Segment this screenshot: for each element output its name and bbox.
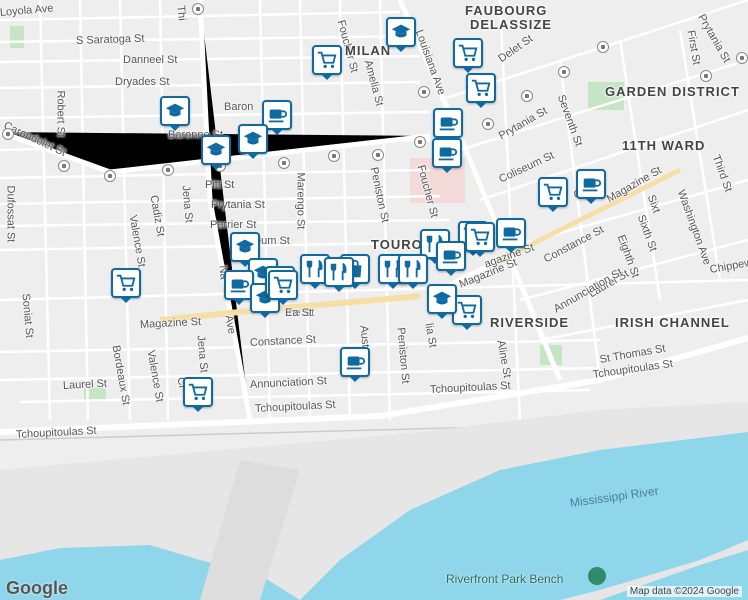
cup-icon [502,227,522,241]
neighborhood-label: IRISH CHANNEL [615,315,730,330]
street-label: eum St [255,235,290,247]
street-label: Thi [174,4,188,22]
neighborhood-label: RIVERSIDE [490,315,570,330]
neighborhood-label: GARDEN DISTRICT [605,84,740,99]
cart-icon [471,79,491,97]
transit-stop-icon[interactable] [162,164,174,176]
cart-icon [116,274,136,292]
school-icon [243,131,263,145]
street-label: Prytania St [211,199,265,211]
school-icon [391,24,411,38]
neighborhood-label: TOURO [371,237,423,252]
cafe-marker[interactable] [496,218,526,253]
cart-icon [458,44,478,62]
cup-icon [582,178,602,192]
street-label: Robert St [54,90,67,137]
neighborhood-label: FAUBOURG [465,3,548,18]
fork-knife-icon [330,262,347,281]
school-marker[interactable] [386,17,416,52]
street-label: Marengo St [294,172,307,230]
neighborhood-label: DELASSIZE [470,17,552,32]
transit-stop-icon[interactable] [372,149,384,161]
transit-stop-icon[interactable] [558,66,570,78]
park-poi-icon[interactable] [588,567,606,585]
cup-icon [346,356,366,370]
street-label: Ea St [285,307,312,319]
cart-icon [317,51,337,69]
transit-stop-icon[interactable] [521,90,533,102]
school-marker[interactable] [201,135,231,170]
transit-stop-icon[interactable] [328,150,340,162]
map-canvas[interactable]: Loyola Ave S Saratoga St Danneel St Dryades… [0,0,748,600]
street-label: Ave [222,314,238,335]
transit-stop-icon[interactable] [418,86,430,98]
cart-icon [457,301,477,319]
poi-label[interactable]: Riverfront Park Bench [446,572,563,586]
fork-knife-icon [404,259,421,278]
cart-icon [543,183,563,201]
transit-stop-icon[interactable] [597,41,609,53]
grocery-marker[interactable] [312,45,342,80]
street-label: Jena St [194,334,210,374]
cart-icon [470,228,490,246]
transit-stop-icon[interactable] [278,157,290,169]
grocery-marker[interactable] [466,73,496,108]
school-marker[interactable] [427,284,457,319]
street-label: Perrier St [210,219,257,231]
transit-stop-icon[interactable] [192,3,204,15]
street-label: Pitt St [205,179,235,191]
street-label: Dufossat St [4,185,17,243]
school-icon [235,239,255,253]
cup-icon [230,279,250,293]
grocery-marker[interactable] [268,270,298,305]
school-icon [206,142,226,156]
transit-stop-icon[interactable] [414,136,426,148]
cafe-marker[interactable] [433,108,463,143]
map-attribution: Map data ©2024 Google [626,586,742,597]
neighborhood-label: MILAN [345,43,392,58]
google-logo: Google [6,578,68,598]
transit-stop-icon[interactable] [58,160,70,172]
transit-stop-icon[interactable] [104,170,116,182]
cafe-marker[interactable] [576,169,606,204]
cup-icon [268,109,288,123]
grocery-marker[interactable] [453,38,483,73]
cup-icon [442,250,462,264]
transit-stop-icon[interactable] [482,118,494,130]
fork-knife-icon [306,259,323,278]
street-label: Dryades St [115,76,170,88]
cart-icon [188,383,208,401]
cart-icon [273,276,293,294]
street-label: Jena St [179,184,195,224]
restaurant-marker[interactable] [324,257,354,292]
grocery-marker[interactable] [538,177,568,212]
grocery-marker[interactable] [183,377,213,412]
school-marker[interactable] [238,124,268,159]
neighborhood-label: 11TH WARD [622,138,706,153]
school-marker[interactable] [160,96,190,131]
restaurant-marker[interactable] [398,254,428,289]
transit-stop-icon[interactable] [2,128,14,140]
cup-icon [439,117,459,131]
street-label: Laurel St [62,377,108,392]
transit-stop-icon[interactable] [736,52,748,64]
transit-stop-icon[interactable] [700,70,712,82]
cafe-marker[interactable] [340,347,370,382]
street-label: Baron [224,101,254,113]
school-icon [165,103,185,117]
grocery-marker[interactable] [465,222,495,257]
school-icon [432,291,452,305]
cafe-marker[interactable] [436,241,466,276]
cafe-marker[interactable] [432,138,462,173]
cup-icon [438,147,458,161]
grocery-marker[interactable] [111,268,141,303]
street-label: Danneel St [123,54,178,66]
